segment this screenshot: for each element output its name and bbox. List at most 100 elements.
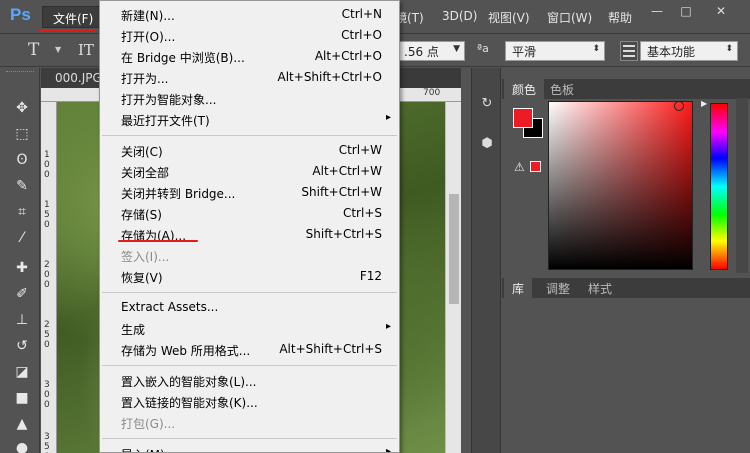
antialias-select[interactable]: 平滑 ⬍	[505, 41, 605, 61]
file-menu-item[interactable]: 关闭全部 Alt+Ctrl+W	[100, 162, 399, 183]
marquee-tool-icon[interactable]: ⬚	[12, 124, 32, 144]
foreground-color-swatch[interactable]	[513, 108, 533, 128]
file-menu-item[interactable]: 打开为智能对象...	[100, 89, 399, 110]
tool-preset-dropdown-icon[interactable]: ▼	[55, 45, 61, 54]
file-menu-item[interactable]: 生成 ▸	[100, 319, 399, 340]
clone-stamp-tool-icon[interactable]: ⊥	[12, 310, 32, 330]
chevron-down-icon: ⬍	[592, 44, 600, 54]
color-picker-cursor[interactable]	[674, 101, 684, 111]
file-menu-item[interactable]: 在 Bridge 中浏览(B)... Alt+Ctrl+O	[100, 47, 399, 68]
annotation-underline-save-as	[118, 240, 198, 242]
toolbox-grip[interactable]	[6, 71, 34, 74]
menu-separator	[102, 365, 397, 366]
close-icon[interactable]: ✕	[712, 4, 730, 18]
antialias-value: 平滑	[512, 45, 537, 59]
minimize-icon[interactable]: —	[648, 4, 666, 18]
eraser-tool-icon[interactable]: ◪	[12, 362, 32, 382]
menu-item-shortcut: Shift+Ctrl+S	[305, 227, 382, 241]
menu-item[interactable]: 窗口(W)	[547, 9, 592, 26]
tab-libraries[interactable]: 库	[504, 278, 533, 298]
type-tool-icon[interactable]: T	[28, 40, 39, 60]
file-menu-dropdown: 新建(N)... Ctrl+N 打开(O)... Ctrl+O 在 Bridge 中浏览…	[99, 0, 400, 453]
ruler-number: 2 0 0	[44, 260, 50, 290]
move-tool-icon[interactable]: ✥	[12, 98, 32, 118]
hue-slider-marker-icon[interactable]: ▶	[701, 99, 707, 108]
file-menu-item[interactable]: 最近打开文件(T) ▸	[100, 110, 399, 131]
file-menu-item[interactable]: 置入嵌入的智能对象(L)...	[100, 371, 399, 392]
ruler-number: 3 0 0	[44, 380, 50, 410]
menu-item[interactable]: 帮助	[608, 9, 632, 26]
hue-slider[interactable]	[710, 103, 728, 270]
menu-item-label: 存储为 Web 所用格式...	[121, 344, 251, 358]
quick-selection-tool-icon[interactable]: ✎	[12, 176, 32, 196]
menu-item-shortcut: Ctrl+O	[341, 28, 382, 42]
tab-color[interactable]: 颜色	[504, 79, 545, 99]
annotation-underline-file	[38, 29, 96, 31]
workspace-select[interactable]: 基本功能 ⬍	[640, 41, 738, 61]
file-menu-item: 签入(I)...	[100, 246, 399, 267]
brush-tool-icon[interactable]: ✐	[12, 284, 32, 304]
file-menu-item[interactable]: 关闭(C) Ctrl+W	[100, 141, 399, 162]
crop-tool-icon[interactable]: ⌗	[12, 202, 32, 222]
restore-icon[interactable]: □	[677, 4, 695, 18]
dodge-tool-icon[interactable]: ●	[12, 438, 32, 453]
submenu-arrow-icon: ▸	[385, 112, 391, 123]
menu-item-label: 关闭全部	[121, 166, 170, 180]
gradient-tool-icon[interactable]: ■	[12, 388, 32, 408]
color-panel-scrollbar[interactable]	[736, 98, 748, 273]
chevron-down-icon: ⬍	[725, 44, 733, 54]
file-menu-item[interactable]: 打开为... Alt+Shift+Ctrl+O	[100, 68, 399, 89]
tab-styles[interactable]: 样式	[580, 278, 620, 298]
menu-item-label: 打包(G)...	[121, 417, 176, 431]
menu-item-label: 置入嵌入的智能对象(L)...	[121, 375, 257, 389]
color-panel-tabs: 颜色 色板	[502, 79, 750, 99]
menu-separator	[102, 135, 397, 136]
menu-item-label: 打开为智能对象...	[121, 93, 217, 107]
gamut-color-swatch[interactable]	[530, 161, 541, 172]
menu-item-label: 恢复(V)	[121, 271, 163, 285]
ruler-vertical: 1 0 0 1 5 0 2 0 0 2 5 0 3 0 0 3 5 0	[41, 102, 57, 453]
blur-tool-icon[interactable]: ▲	[12, 414, 32, 434]
tab-swatches[interactable]: 色板	[542, 79, 582, 99]
eyedropper-tool-icon[interactable]: ⁄	[12, 228, 32, 248]
menu-item-shortcut: Alt+Shift+Ctrl+S	[279, 342, 382, 356]
file-menu-item[interactable]: 存储为(A)... Shift+Ctrl+S	[100, 225, 399, 246]
menu-item[interactable]: 3D(D)	[442, 9, 477, 23]
ruler-number: 3 5 0	[44, 432, 50, 453]
file-menu-item[interactable]: Extract Assets...	[100, 298, 399, 319]
file-menu-item[interactable]: 存储为 Web 所用格式... Alt+Shift+Ctrl+S	[100, 340, 399, 361]
history-panel-icon[interactable]: ↻	[479, 96, 495, 112]
lasso-tool-icon[interactable]: ʘ	[12, 150, 32, 170]
3d-panel-icon[interactable]: ⬢	[479, 136, 495, 152]
ruler-number: 1 0 0	[44, 150, 50, 180]
library-panel-body	[502, 298, 750, 453]
photoshop-logo: Ps	[10, 5, 31, 24]
library-panel-tabs: 库 调整 样式	[502, 278, 750, 298]
tab-adjustments[interactable]: 调整	[538, 278, 578, 298]
photoshop-window: Ps 文件(F) 镜(T) 3D(D) 视图(V) 窗口(W) 帮助 — □ ✕ T ▼…	[0, 0, 750, 453]
font-size-field[interactable]: .56 点 ▼	[397, 41, 465, 61]
menu-item-shortcut: Alt+Shift+Ctrl+O	[277, 70, 382, 84]
ruler-number: 700	[423, 88, 441, 98]
file-menu-item[interactable]: 存储(S) Ctrl+S	[100, 204, 399, 225]
menu-item-label: 关闭(C)	[121, 145, 163, 159]
history-brush-tool-icon[interactable]: ↺	[12, 336, 32, 356]
document-vertical-scrollbar[interactable]	[445, 102, 461, 453]
healing-brush-tool-icon[interactable]: ✚	[12, 258, 32, 278]
file-menu-item[interactable]: 关闭并转到 Bridge... Shift+Ctrl+W	[100, 183, 399, 204]
menu-file[interactable]: 文件(F)	[42, 6, 105, 28]
collapsed-panel-dock: ↻ ⬢	[471, 68, 501, 453]
document-tab[interactable]: 000.JPG	[41, 68, 102, 88]
file-menu-item[interactable]: 打开(O)... Ctrl+O	[100, 26, 399, 47]
menu-item-shortcut: Ctrl+S	[342, 206, 382, 220]
color-picker-field[interactable]	[548, 101, 693, 270]
character-panel-icon[interactable]	[620, 41, 638, 61]
scrollbar-thumb[interactable]	[449, 194, 459, 304]
file-menu-item[interactable]: 新建(N)... Ctrl+N	[100, 5, 399, 26]
file-menu-item[interactable]: 导入(M) ▸	[100, 444, 399, 452]
toggle-text-orientation-icon[interactable]: IT	[78, 41, 94, 59]
file-menu-item[interactable]: 置入链接的智能对象(K)...	[100, 392, 399, 413]
file-menu-item[interactable]: 恢复(V) F12	[100, 267, 399, 288]
chevron-down-icon: ▼	[453, 44, 460, 54]
menu-item[interactable]: 视图(V)	[488, 9, 530, 26]
